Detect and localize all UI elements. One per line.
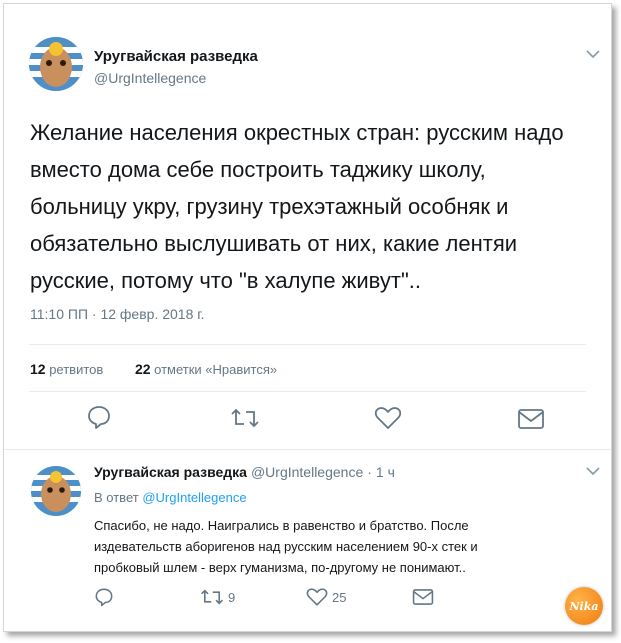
tweet-text-line: вместо дома себе построить таджику школу… [30,157,486,182]
likes-stat[interactable]: 22 отметки «Нравится» [134,361,278,377]
reply-icon[interactable] [86,404,112,430]
divider [29,391,586,392]
reply-text-line: издевательств аборигенов над русским нас… [94,539,478,554]
reply-to-link[interactable]: @UrgIntellegence [142,490,246,505]
reply-text-line: пробковый шлем - верх гуманизма, по-друг… [94,560,466,575]
retweet-icon[interactable] [230,406,260,430]
chevron-down-icon[interactable] [585,48,601,60]
reply-action-like[interactable]: 25 [306,587,346,607]
tweet-card: Уругвайская разведка @UrgIntellegence Же… [3,3,612,632]
reply-to-prefix: В ответ [94,490,139,505]
reply-time[interactable]: 1 ч [376,464,395,480]
display-name[interactable]: Уругвайская разведка [94,48,258,65]
tweet-text-line: больницу укру, грузину трехэтажный особн… [30,194,509,219]
watermark-logo: Nika [565,587,603,625]
likes-count: 22 [134,361,151,377]
reply-likes-count: 25 [332,589,347,605]
handle[interactable]: @UrgIntellegence [94,70,206,86]
divider [29,344,586,345]
like-icon [306,588,328,606]
separator: · [367,464,372,480]
retweets-count: 12 [30,361,46,377]
reply-to: В ответ @UrgIntellegence [94,490,247,505]
like-icon[interactable] [374,406,402,430]
avatar[interactable] [31,466,81,516]
tweet-text-line: русские, потому что "в халупе живут".. [30,268,421,293]
retweets-label: ретвитов [49,362,104,377]
display-name[interactable]: Уругвайская разведка [94,464,247,480]
likes-label: отметки «Нравится» [154,362,278,377]
handle[interactable]: @UrgIntellegence [251,464,363,480]
divider [4,449,611,450]
tweet-text: Желание населения окрестных стран: русск… [30,114,605,299]
chevron-down-icon[interactable] [585,465,601,477]
reply-header: Уругвайская разведка @UrgIntellegence · 1 ч [94,464,395,480]
reply-action-message[interactable] [412,588,434,606]
timestamp[interactable]: 11:10 ПП · 12 февр. 2018 г. [30,306,205,322]
avatar-image [29,37,83,91]
reply-text: Спасибо, не надо. Наигрались в равенство… [94,515,564,578]
tweet-text-line: обязательно выслушивать от них, какие ле… [30,231,518,256]
avatar[interactable] [29,37,83,91]
retweets-stat[interactable]: 12 ретвитов [30,361,104,377]
avatar-image [31,466,81,516]
message-icon [412,589,434,605]
message-icon[interactable] [517,408,545,430]
reply-action-retweet[interactable]: 9 [200,587,235,607]
reply-retweets-count: 9 [228,589,236,605]
reply-action-reply[interactable] [94,587,114,607]
retweet-icon [201,589,223,605]
reply-icon [95,588,113,607]
tweet-text-line: Желание населения окрестных стран: русск… [30,120,564,145]
reply-text-line: Спасибо, не надо. Наигрались в равенство… [94,518,469,533]
tweet-stats: 12 ретвитов 22 отметки «Нравится» [30,361,305,377]
